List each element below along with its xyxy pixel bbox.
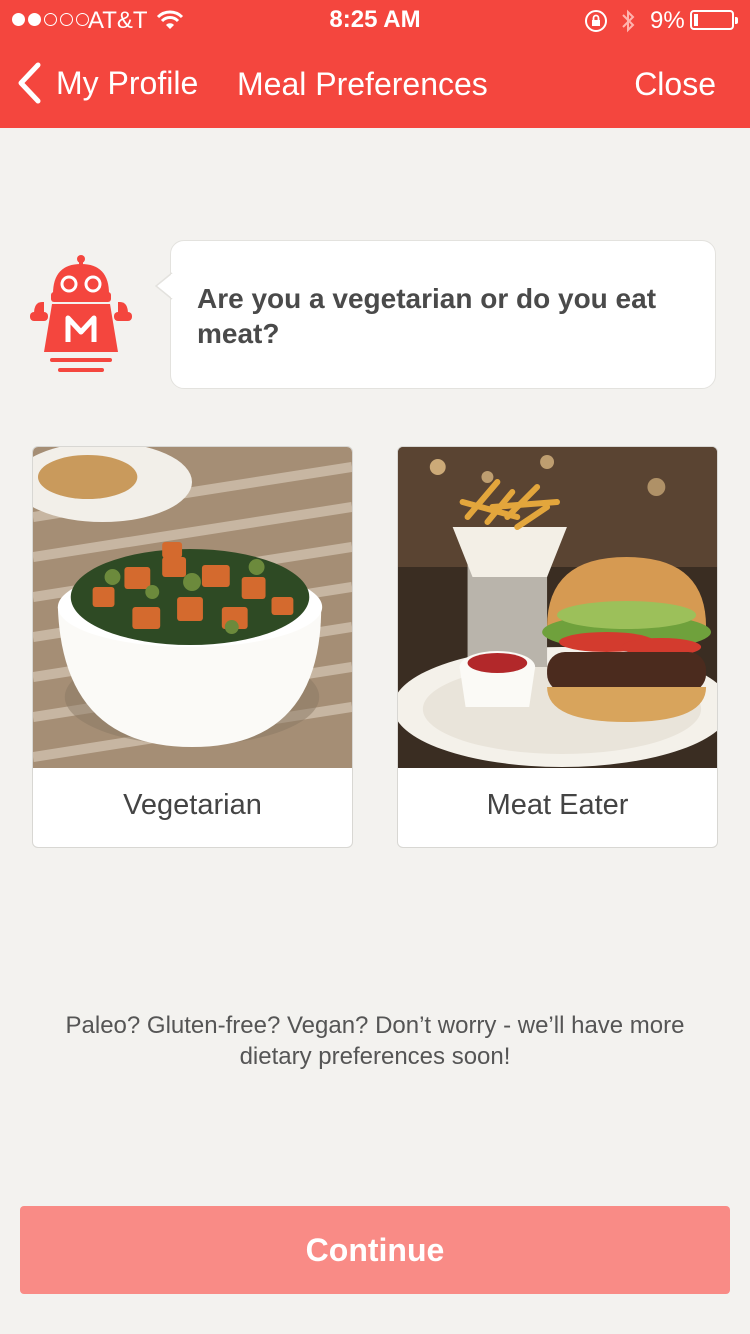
status-time: 8:25 AM — [329, 6, 421, 33]
app-header: AT&T 8:25 AM 9% My Profile Meal Preferen… — [0, 0, 750, 128]
robot-mascot-icon — [30, 255, 132, 372]
chevron-left-icon — [18, 62, 41, 104]
footnote-line-2: dietary preferences soon! — [239, 1043, 511, 1070]
page-title: Meal Preferences — [237, 66, 488, 102]
bluetooth-icon — [622, 9, 635, 33]
close-button[interactable]: Close — [634, 66, 716, 103]
back-button-label: My Profile — [56, 64, 199, 101]
battery-icon — [690, 10, 738, 30]
option-vegetarian-label: Vegetarian — [123, 789, 262, 821]
dietary-footnote: Paleo? Gluten-free? Vegan? Don’t worry -… — [0, 1010, 750, 1072]
speech-bubble-tail — [155, 272, 173, 300]
footnote-line-1: Paleo? Gluten-free? Vegan? Don’t worry -… — [65, 1012, 685, 1039]
option-meat-eater-label: Meat Eater — [486, 789, 629, 821]
meat-eater-food-image — [398, 447, 717, 768]
speech-bubble: Are you a vegetarian or do you eat meat? — [155, 240, 716, 389]
back-button[interactable]: My Profile — [16, 62, 198, 104]
option-meat-eater-card[interactable]: Meat Eater — [397, 446, 718, 848]
question-text: Are you a vegetarian or do you eat meat? — [197, 283, 657, 349]
status-bar: AT&T 8:25 AM 9% — [0, 0, 750, 40]
vegetarian-food-image — [33, 447, 352, 768]
continue-button[interactable]: Continue — [20, 1206, 730, 1294]
rotation-lock-icon — [585, 10, 607, 32]
option-vegetarian-card[interactable]: Vegetarian — [32, 446, 353, 848]
battery-percent: 9% — [650, 7, 685, 34]
